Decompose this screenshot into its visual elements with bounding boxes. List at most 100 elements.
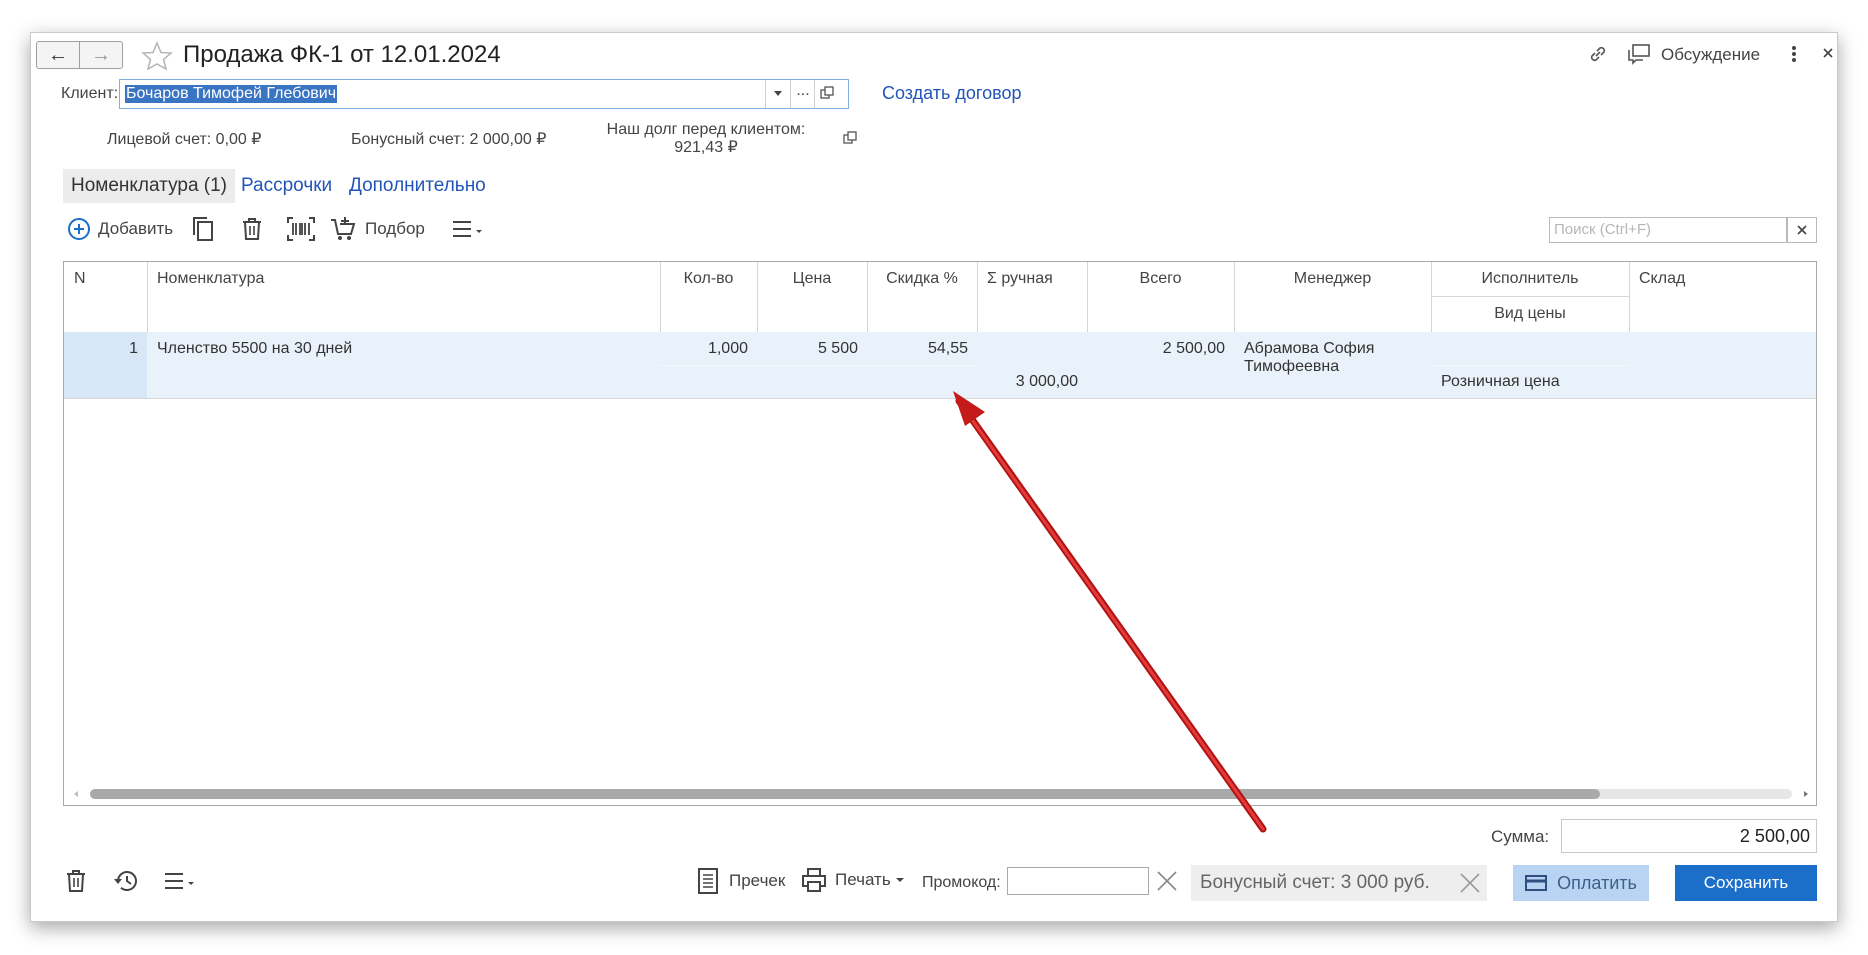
favorite-star-icon[interactable] bbox=[141, 41, 173, 71]
page-title: Продажа ФК-1 от 12.01.2024 bbox=[183, 41, 501, 68]
print-label: Печать bbox=[835, 870, 891, 889]
card-icon bbox=[1525, 875, 1548, 891]
sum-value: 2 500,00 bbox=[1739, 826, 1810, 846]
barcode-button[interactable] bbox=[285, 213, 317, 245]
history-icon bbox=[114, 871, 137, 891]
precheck-label: Пречек bbox=[729, 871, 786, 890]
col-header-warehouse[interactable]: Склад bbox=[1639, 262, 1685, 288]
client-label: Клиент: bbox=[61, 85, 119, 102]
col-header-price-type[interactable]: Вид цены bbox=[1431, 297, 1629, 323]
open-debt-icon[interactable] bbox=[843, 131, 857, 145]
history-button[interactable] bbox=[113, 869, 139, 893]
menu-icon bbox=[165, 873, 194, 889]
col-header-qty[interactable]: Кол-во bbox=[660, 262, 757, 288]
more-menu-icon[interactable] bbox=[1790, 43, 1798, 65]
sum-field: 2 500,00 bbox=[1561, 819, 1817, 853]
chevron-down-icon bbox=[774, 91, 782, 96]
save-button[interactable]: Сохранить bbox=[1675, 865, 1817, 901]
row-price[interactable]: 5 500 bbox=[757, 340, 858, 358]
forward-button[interactable]: → bbox=[79, 41, 123, 69]
barcode-icon bbox=[287, 217, 315, 241]
printer-icon bbox=[802, 868, 826, 892]
close-icon bbox=[1797, 225, 1807, 235]
field-divider bbox=[790, 80, 791, 108]
pick-label: Подбор bbox=[365, 219, 425, 238]
back-button[interactable]: ← bbox=[36, 41, 80, 69]
row-item[interactable]: Членство 5500 на 30 дней bbox=[157, 340, 352, 358]
debt-label: Наш долг перед клиентом: bbox=[606, 121, 806, 138]
row-qty[interactable]: 1,000 bbox=[660, 340, 748, 358]
col-header-manual-sum[interactable]: Σ ручная bbox=[987, 262, 1053, 288]
row-discount[interactable]: 54,55 bbox=[867, 340, 968, 358]
client-value[interactable]: Бочаров Тимофей Глебович bbox=[125, 85, 338, 103]
debt-value: 921,43 ₽ bbox=[674, 139, 738, 156]
discussion-icon[interactable] bbox=[1627, 43, 1651, 65]
trash-icon bbox=[67, 870, 85, 892]
document-window: ← → Продажа ФК-1 от 12.01.2024 Обсуждени… bbox=[30, 32, 1838, 922]
row-price-type[interactable]: Розничная цена bbox=[1441, 373, 1560, 391]
plus-circle-icon bbox=[68, 218, 90, 240]
more-actions-button[interactable] bbox=[451, 213, 483, 245]
menu-icon bbox=[453, 221, 482, 237]
row-subdivider bbox=[660, 365, 977, 366]
col-header-price[interactable]: Цена bbox=[757, 262, 867, 288]
bonus-status-text: Бонусный счет: 3 000 руб. bbox=[1200, 872, 1430, 893]
scrollbar-thumb[interactable] bbox=[90, 789, 1600, 799]
row-subdivider bbox=[1431, 365, 1629, 366]
row-manual-sum[interactable]: 3 000,00 bbox=[977, 373, 1078, 391]
delete-button[interactable] bbox=[241, 213, 263, 245]
row-n: 1 bbox=[129, 340, 138, 357]
search-placeholder: Поиск (Ctrl+F) bbox=[1554, 221, 1651, 238]
close-icon[interactable] bbox=[1459, 872, 1481, 894]
precheck-button[interactable]: Пречек bbox=[697, 867, 785, 895]
goods-table[interactable]: N Номенклатура Кол-во Цена Скидка % Σ ру… bbox=[63, 261, 1817, 806]
close-icon[interactable] bbox=[1821, 45, 1835, 61]
cart-plus-icon bbox=[331, 217, 356, 240]
sum-label: Сумма: bbox=[1491, 827, 1550, 846]
add-label: Добавить bbox=[98, 219, 174, 238]
col-header-n[interactable]: N bbox=[74, 262, 86, 288]
col-header-item[interactable]: Номенклатура bbox=[157, 262, 264, 288]
delete-document-button[interactable] bbox=[65, 869, 87, 893]
link-icon[interactable] bbox=[1587, 43, 1609, 65]
debt-block: Наш долг перед клиентом: 921,43 ₽ bbox=[596, 121, 816, 157]
promo-label: Промокод: bbox=[922, 874, 1001, 891]
col-header-total[interactable]: Всего bbox=[1087, 262, 1234, 288]
copy-button[interactable] bbox=[191, 213, 215, 245]
footer-more-button[interactable] bbox=[163, 871, 195, 891]
create-contract-link[interactable]: Создать договор bbox=[882, 83, 1021, 104]
client-select-button[interactable]: ... bbox=[792, 82, 814, 106]
row-manager[interactable]: Абрамова София Тимофеевна bbox=[1244, 340, 1374, 376]
client-dropdown-button[interactable] bbox=[766, 80, 790, 108]
tab-additional[interactable]: Дополнительно bbox=[341, 169, 494, 203]
row-manager-line1: Абрамова София bbox=[1244, 340, 1375, 357]
tab-installments[interactable]: Рассрочки bbox=[233, 169, 340, 203]
row-total: 2 500,00 bbox=[1162, 340, 1225, 357]
promo-input[interactable] bbox=[1007, 867, 1149, 895]
arrow-right-icon: → bbox=[91, 43, 111, 66]
search-input[interactable]: Поиск (Ctrl+F) bbox=[1549, 217, 1787, 243]
col-header-manager[interactable]: Менеджер bbox=[1234, 262, 1431, 288]
promo-clear-icon[interactable] bbox=[1155, 869, 1179, 893]
pay-button[interactable]: Оплатить bbox=[1513, 865, 1649, 901]
col-header-discount[interactable]: Скидка % bbox=[867, 262, 977, 288]
tab-nomenclature[interactable]: Номенклатура (1) bbox=[63, 169, 236, 203]
print-button[interactable]: Печать bbox=[801, 867, 904, 893]
add-button[interactable]: Добавить bbox=[67, 213, 173, 245]
field-divider bbox=[814, 80, 815, 108]
receipt-icon bbox=[698, 868, 718, 894]
bonus-status-field: Бонусный счет: 3 000 руб. bbox=[1191, 865, 1487, 901]
client-field[interactable]: Бочаров Тимофей Глебович ... bbox=[119, 79, 849, 109]
copy-icon bbox=[193, 217, 213, 241]
scroll-right-icon[interactable] bbox=[1802, 790, 1810, 798]
col-header-executor[interactable]: Исполнитель bbox=[1431, 262, 1629, 288]
bonus-account: Бонусный счет: 2 000,00 ₽ bbox=[351, 131, 547, 148]
pick-button[interactable]: Подбор bbox=[329, 213, 425, 245]
personal-account: Лицевой счет: 0,00 ₽ bbox=[107, 131, 262, 148]
discussion-button[interactable]: Обсуждение bbox=[1661, 45, 1760, 65]
horizontal-scrollbar[interactable] bbox=[90, 789, 1792, 799]
pay-label: Оплатить bbox=[1557, 872, 1637, 893]
open-client-icon[interactable] bbox=[820, 86, 834, 100]
clear-search-button[interactable] bbox=[1787, 217, 1817, 243]
scroll-left-icon[interactable] bbox=[72, 790, 80, 798]
